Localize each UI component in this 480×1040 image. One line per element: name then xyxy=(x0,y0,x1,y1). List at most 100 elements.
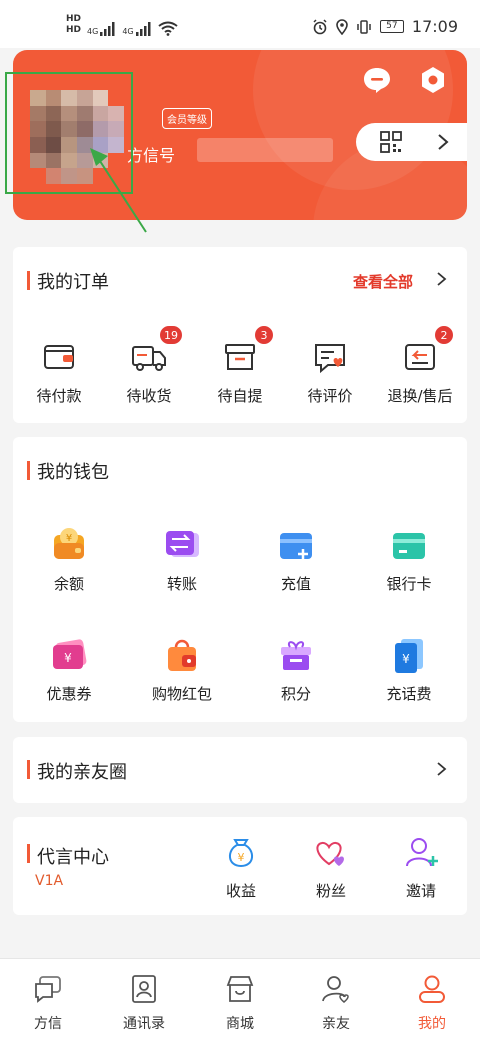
ambassador-label: 邀请 xyxy=(405,882,436,900)
svg-text:¥: ¥ xyxy=(238,851,245,864)
wallet-icon xyxy=(39,337,79,377)
friends-title: 我的亲友圈 xyxy=(37,762,127,783)
wallet-label: 银行卡 xyxy=(386,575,432,593)
transfer-icon xyxy=(162,525,202,565)
status-right: 57 17:09 xyxy=(312,17,458,36)
wallet-item-transfer[interactable]: 转账 xyxy=(137,525,227,594)
order-item-review[interactable]: 待评价 xyxy=(285,337,375,406)
nav-item-me[interactable]: 我的 xyxy=(392,973,472,1033)
wallet-label: 充话费 xyxy=(386,685,432,703)
orders-title: 我的订单 xyxy=(37,272,109,293)
message-icon[interactable] xyxy=(362,65,392,95)
return-icon: 2 xyxy=(400,325,454,377)
wallet-item-coupon[interactable]: ¥ 优惠券 xyxy=(24,635,114,704)
hd-label: HD xyxy=(66,14,82,24)
signal-icon xyxy=(100,22,115,36)
nav-item-friends[interactable]: 亲友 xyxy=(296,973,376,1033)
battery-icon: 57 xyxy=(379,20,404,33)
friends-icon xyxy=(320,973,352,1005)
nav-item-chat[interactable]: 方信 xyxy=(8,973,88,1033)
wallet-item-balance[interactable]: ¥ 余额 xyxy=(24,525,114,594)
annotation-arrow-icon xyxy=(90,148,147,233)
ambassador-item-earnings[interactable]: ¥ 收益 xyxy=(196,832,286,901)
nav-label: 商城 xyxy=(226,1016,254,1032)
chat-icon xyxy=(32,973,64,1005)
box-icon: 3 xyxy=(220,325,274,377)
nav-item-store[interactable]: 商城 xyxy=(200,973,280,1033)
order-item-pending-payment[interactable]: 待付款 xyxy=(14,337,104,406)
settings-icon[interactable] xyxy=(418,65,448,95)
location-icon xyxy=(336,18,348,35)
ambassador-item-invite[interactable]: 邀请 xyxy=(376,832,466,901)
nav-label: 方信 xyxy=(34,1016,62,1032)
ambassador-label: 收益 xyxy=(225,882,256,900)
wallet-label: 购物红包 xyxy=(151,685,212,703)
wallet-item-recharge[interactable]: 充值 xyxy=(251,525,341,594)
order-label: 待自提 xyxy=(217,387,263,405)
hd-label-2: HD xyxy=(66,25,82,35)
member-level-badge[interactable]: 会员等级 xyxy=(162,108,212,129)
wifi-icon xyxy=(157,21,178,36)
wallet-label: 余额 xyxy=(53,575,84,593)
balance-icon: ¥ xyxy=(49,525,89,565)
store-icon xyxy=(224,973,256,1005)
hearts-icon xyxy=(311,832,351,872)
wallet-item-bank-card[interactable]: 银行卡 xyxy=(364,525,454,594)
bank-card-icon xyxy=(389,525,429,565)
order-label: 退换/售后 xyxy=(387,387,453,405)
points-icon xyxy=(276,635,316,675)
comment-heart-icon xyxy=(310,337,350,377)
signal-4g-1: 4G xyxy=(87,22,116,36)
ambassador-item-fans[interactable]: 粉丝 xyxy=(286,832,376,901)
ambassador-title: 代言中心 xyxy=(37,847,109,868)
wallet-item-red-packet[interactable]: 购物红包 xyxy=(137,635,227,704)
recharge-icon xyxy=(276,525,316,565)
svg-text:¥: ¥ xyxy=(402,652,410,666)
wallet-label: 积分 xyxy=(280,685,311,703)
coupon-icon: ¥ xyxy=(49,635,89,675)
badge-count: 3 xyxy=(254,325,274,345)
badge-count: 19 xyxy=(159,325,183,345)
order-item-pending-receipt[interactable]: 19 待收货 xyxy=(104,325,194,406)
profile-id-blurred xyxy=(197,138,333,162)
vibrate-icon xyxy=(357,19,371,34)
wallet-card: 我的钱包 ¥ 余额 转账 充值 银行卡 ¥ 优惠券 购物红包 积分 ¥ 充话费 xyxy=(13,437,467,722)
money-bag-icon: ¥ xyxy=(221,832,261,872)
qr-code-button[interactable] xyxy=(356,123,467,161)
signal-icon-2 xyxy=(135,22,151,36)
ambassador-level: V1A xyxy=(35,873,64,889)
wallet-item-points[interactable]: 积分 xyxy=(251,635,341,704)
chevron-right-icon[interactable] xyxy=(435,272,449,286)
orders-card: 我的订单 查看全部 待付款 19 待收货 3 待自提 待评价 2 退换/售后 xyxy=(13,247,467,423)
wallet-label: 转账 xyxy=(166,575,197,593)
wallet-title: 我的钱包 xyxy=(37,462,109,483)
svg-text:¥: ¥ xyxy=(64,651,72,665)
wallet-label: 优惠券 xyxy=(46,685,92,703)
ambassador-card: 代言中心 V1A ¥ 收益 粉丝 邀请 xyxy=(13,817,467,915)
add-user-icon xyxy=(401,832,441,872)
clock: 17:09 xyxy=(411,17,458,36)
red-packet-icon xyxy=(162,635,202,675)
order-label: 待收货 xyxy=(126,387,172,405)
nav-label: 亲友 xyxy=(322,1016,350,1032)
friends-circle-row[interactable]: 我的亲友圈 xyxy=(13,737,467,803)
signal-indicators: HD HD 4G 4G xyxy=(66,14,178,36)
svg-text:¥: ¥ xyxy=(66,533,72,544)
order-item-pickup[interactable]: 3 待自提 xyxy=(195,325,285,406)
ambassador-label: 粉丝 xyxy=(315,882,346,900)
order-item-after-sales[interactable]: 2 退换/售后 xyxy=(375,325,465,406)
phone-bill-icon: ¥ xyxy=(389,635,429,675)
nav-label: 通讯录 xyxy=(123,1016,165,1032)
chevron-right-icon xyxy=(437,762,447,776)
truck-icon: 19 xyxy=(129,325,183,377)
nav-item-contacts[interactable]: 通讯录 xyxy=(104,973,184,1033)
chevron-right-icon xyxy=(438,134,449,150)
wallet-item-phone-bill[interactable]: ¥ 充话费 xyxy=(364,635,454,704)
person-icon xyxy=(416,973,448,1005)
signal-4g-2: 4G xyxy=(122,22,151,36)
status-bar: HD HD 4G 4G 57 17:09 xyxy=(0,0,480,48)
qr-code-icon xyxy=(380,131,402,153)
see-all-orders-link[interactable]: 查看全部 xyxy=(353,271,413,292)
nav-label: 我的 xyxy=(418,1016,446,1032)
wallet-label: 充值 xyxy=(280,575,311,593)
